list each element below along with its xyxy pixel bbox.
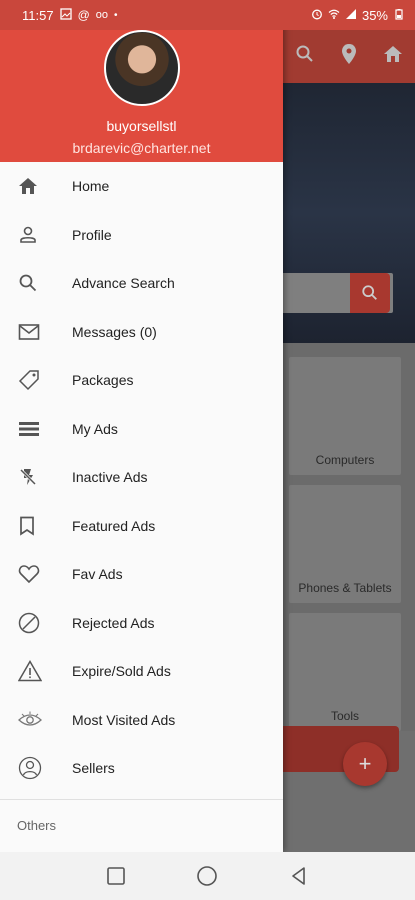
alarm-icon [311,8,323,23]
home-icon [0,177,72,195]
voicemail-notification-icon: oo [95,9,109,21]
avatar[interactable] [103,30,180,106]
drawer-menu: Home Profile Advance Search Messages (0)… [0,162,283,793]
status-time: 11:57 [22,7,54,23]
menu-item-advance-search[interactable]: Advance Search [0,259,283,308]
recents-button[interactable] [101,861,131,891]
user-circle-icon [0,756,72,780]
bookmark-icon [0,516,72,536]
menu-item-messages[interactable]: Messages (0) [0,308,283,357]
at-notification-icon: @ [77,8,90,22]
navigation-drawer: buyorsellstl brdarevic@charter.net Home … [0,0,283,852]
menu-item-expire-sold-ads[interactable]: Expire/Sold Ads [0,647,283,696]
section-label-others: Others [17,817,57,833]
tag-icon [0,369,72,391]
menu-item-fav-ads[interactable]: Fav Ads [0,550,283,599]
menu-item-home[interactable]: Home [0,162,283,211]
search-icon [0,273,72,293]
flash-off-icon [0,467,72,487]
search-icon [295,44,315,69]
menu-item-my-ads[interactable]: My Ads [0,405,283,454]
back-button[interactable] [284,861,314,891]
menu-item-packages[interactable]: Packages [0,356,283,405]
list-icon [0,420,72,438]
warning-icon [0,660,72,682]
category-card: Tools [289,613,401,731]
eye-icon [0,711,72,729]
wifi-icon [328,8,340,23]
home-icon [383,45,403,68]
background-toolbar [283,30,415,83]
menu-item-sellers[interactable]: Sellers [0,744,283,793]
battery-level: 35% [361,7,388,23]
person-icon [0,225,72,245]
system-navigation-bar [0,852,415,900]
menu-item-inactive-ads[interactable]: Inactive Ads [0,453,283,502]
background-app: Computers Phones & Tablets Tools + [283,30,415,852]
image-notification-icon [59,7,72,23]
block-icon [0,612,72,634]
user-email: brdarevic@charter.net [72,140,211,156]
category-card: Phones & Tablets [289,485,401,603]
mail-icon [0,323,72,341]
menu-item-rejected-ads[interactable]: Rejected Ads [0,599,283,648]
signal-icon [345,8,357,23]
add-fab: + [343,742,387,786]
menu-item-most-visited-ads[interactable]: Most Visited Ads [0,696,283,745]
status-bar: 11:57 @ oo • 35% [0,0,415,30]
location-pin-icon [340,43,358,70]
background-category-grid: Computers Phones & Tablets Tools [283,343,415,731]
category-card: Computers [289,357,401,475]
menu-item-profile[interactable]: Profile [0,211,283,260]
menu-item-featured-ads[interactable]: Featured Ads [0,502,283,551]
username: buyorsellstl [106,118,177,134]
heart-icon [0,564,72,584]
battery-icon [393,8,405,23]
more-notifications-icon: • [114,9,118,21]
background-hero [283,83,415,343]
home-button[interactable] [192,861,222,891]
background-search-button [350,273,390,313]
